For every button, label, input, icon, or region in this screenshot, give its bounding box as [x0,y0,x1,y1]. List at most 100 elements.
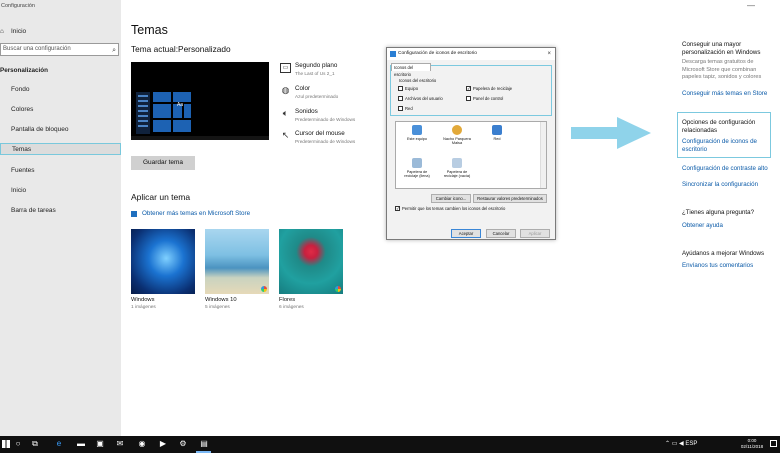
sidebar-item-inicio[interactable]: Inicio [0,184,121,196]
search-input[interactable]: Buscar una configuración ⌕ [0,43,119,56]
user-icon [452,125,462,135]
checkbox-red[interactable]: Red [398,106,413,111]
link-text: Configuración de iconos de escritorio [682,138,757,153]
chrome-icon[interactable]: ◉ [137,439,147,449]
setting-title: Segundo plano [295,62,338,69]
cancel-button[interactable]: Cancelar [486,229,516,238]
checkbox-box-checked[interactable]: ✓ [395,206,400,211]
tab-desktop-icons[interactable]: Iconos del escritorio [391,63,431,77]
checkbox-papelera[interactable]: ✓ Papelera de reciclaje [466,86,512,91]
active-window-icon[interactable]: ▤ [199,439,209,449]
sidebar: Configuración ⌂ Inicio Buscar una config… [0,0,121,436]
home-icon: ⌂ [0,28,4,35]
arrow-annotation [571,117,651,149]
store-themes-link[interactable]: Obtener más temas en Microsoft Store [131,210,250,217]
theme-card-flores[interactable]: Flores 6 imágenes [279,229,343,310]
theme-card-windows[interactable]: Windows 1 imágenes [131,229,195,310]
ok-button[interactable]: Aceptar [451,229,481,238]
theme-name: Windows 10 [205,297,237,303]
clock[interactable]: 0:00 02/11/2018 [737,438,767,450]
sidebar-item-temas[interactable]: Temas [0,143,121,155]
apply-theme-heading: Aplicar un tema [131,192,191,202]
search-icon[interactable]: ○ [13,439,23,449]
minimize-button[interactable]: — [747,1,755,10]
checkbox-label: Permitir que los temas cambien los icono… [402,206,506,211]
change-icon-button[interactable]: Cambiar icono... [431,194,471,203]
image-icon [0,86,6,92]
brush-icon [1,146,7,152]
sidebar-item-pantalla-de-bloqueo[interactable]: Pantalla de bloqueo [0,123,121,135]
apply-button[interactable]: Aplicar [520,229,550,238]
theme-preview: Aa [131,62,269,140]
multicolor-icon [261,286,267,292]
desktop-icon-list[interactable]: Este equipo Nacho Parquera Malsa Red Pap… [395,121,547,189]
mail-icon[interactable]: ✉ [115,439,125,449]
theme-count: 5 imágenes [205,305,230,310]
theme-name: Flores [279,297,296,303]
sidebar-item-colores[interactable]: Colores [0,103,121,115]
sidebar-item-barra-de-tareas[interactable]: Barra de tareas [0,204,121,216]
notification-icon[interactable] [770,440,777,447]
start-button[interactable] [1,439,11,449]
nav-home[interactable]: ⌂ Inicio [0,25,121,37]
file-explorer-icon[interactable]: ▬ [76,439,86,449]
sidebar-item-label: Pantalla de bloqueo [11,125,69,133]
theme-count: 1 imágenes [131,305,156,310]
checkbox-box[interactable] [466,96,471,101]
checkbox-box-checked[interactable]: ✓ [466,86,471,91]
icon-recycle-bin-empty[interactable]: Papelera de reciclaje (vacía) [440,158,474,179]
settings-gear-icon[interactable]: ⚙ [178,439,188,449]
speaker-icon: 🔈︎ [282,108,289,118]
network-icon [492,125,502,135]
sidebar-item-label: Barra de tareas [11,206,56,214]
theme-name: Windows [131,297,155,303]
checkbox-box[interactable] [398,86,403,91]
sidebar-item-fondo[interactable]: Fondo [0,83,121,95]
get-help-link[interactable]: Obtener ayuda [682,222,723,229]
theme-card-windows-10[interactable]: Windows 10 5 imágenes [205,229,269,310]
save-theme-button[interactable]: Guardar tema [131,156,195,170]
edge-icon[interactable]: e [54,439,64,449]
icon-red[interactable]: Red [480,125,514,141]
icon-user-folder[interactable]: Nacho Parquera Malsa [440,125,474,146]
taskbar: ○ ⧉ e ▬ ▣ ✉ ◉ ▶ ⚙ ▤ ⌃ ▭ ◀︎ ESP 0:00 02/1… [0,436,780,453]
window-icon [390,51,396,57]
sidebar-item-fuentes[interactable]: Fuentes [0,164,121,176]
checkbox-label: Red [405,106,413,111]
sync-settings-link[interactable]: Sincronizar la configuración [682,181,758,188]
media-player-icon[interactable]: ▶ [158,439,168,449]
checkbox-panel-control[interactable]: Panel de control [466,96,503,101]
restore-defaults-button[interactable]: Restaurar valores predeterminados [473,194,547,203]
checkbox-allow-themes[interactable]: ✓ Permitir que los temas cambien los ico… [395,206,505,211]
checkbox-archivos-usuario[interactable]: Archivos del usuario [398,96,443,101]
scrollbar[interactable] [540,122,546,188]
body-text: Descarga temas gratuitos de Microsoft St… [682,59,762,80]
icon-este-equipo[interactable]: Este equipo [400,125,434,141]
checkbox-label: Archivos del usuario [405,96,443,101]
setting-subtitle: The Last of Us 2_1 [295,71,335,76]
preview-sample-text: Aa [176,102,184,108]
task-view-icon[interactable]: ⧉ [30,439,40,449]
icon-recycle-bin-full[interactable]: Papelera de reciclaje (llena) [400,158,434,179]
settings-window: Configuración ⌂ Inicio Buscar una config… [0,0,780,453]
get-more-themes-link[interactable]: Conseguir más temas en Store [682,90,767,97]
send-feedback-link[interactable]: Envíanos tus comentarios [682,262,753,269]
checkbox-equipo[interactable]: Equipo [398,86,418,91]
background-icon: ▭ [280,63,291,73]
search-icon: ⌕ [112,47,116,54]
high-contrast-link[interactable]: Configuración de contraste alto [682,165,768,172]
checkbox-box[interactable] [398,96,403,101]
close-button[interactable]: × [547,48,551,60]
icon-label: Red [493,137,501,141]
system-tray[interactable]: ⌃ ▭ ◀︎ ESP [665,440,697,447]
sidebar-item-label: Fuentes [11,166,35,174]
store-icon[interactable]: ▣ [95,439,105,449]
setting-subtitle: Predeterminado de Windows [295,139,356,144]
title-text: Conseguir una mayor personalización en W… [682,41,761,56]
desktop-icon-settings-link[interactable]: Configuración de iconos de escritorio [682,138,766,154]
checkbox-box[interactable] [398,106,403,111]
section-label: Personalización [0,67,48,74]
setting-subtitle: Predeterminado de Windows [295,117,356,122]
current-theme-label: Tema actual:Personalizado [131,44,231,54]
sidebar-item-label: Inicio [11,186,27,194]
